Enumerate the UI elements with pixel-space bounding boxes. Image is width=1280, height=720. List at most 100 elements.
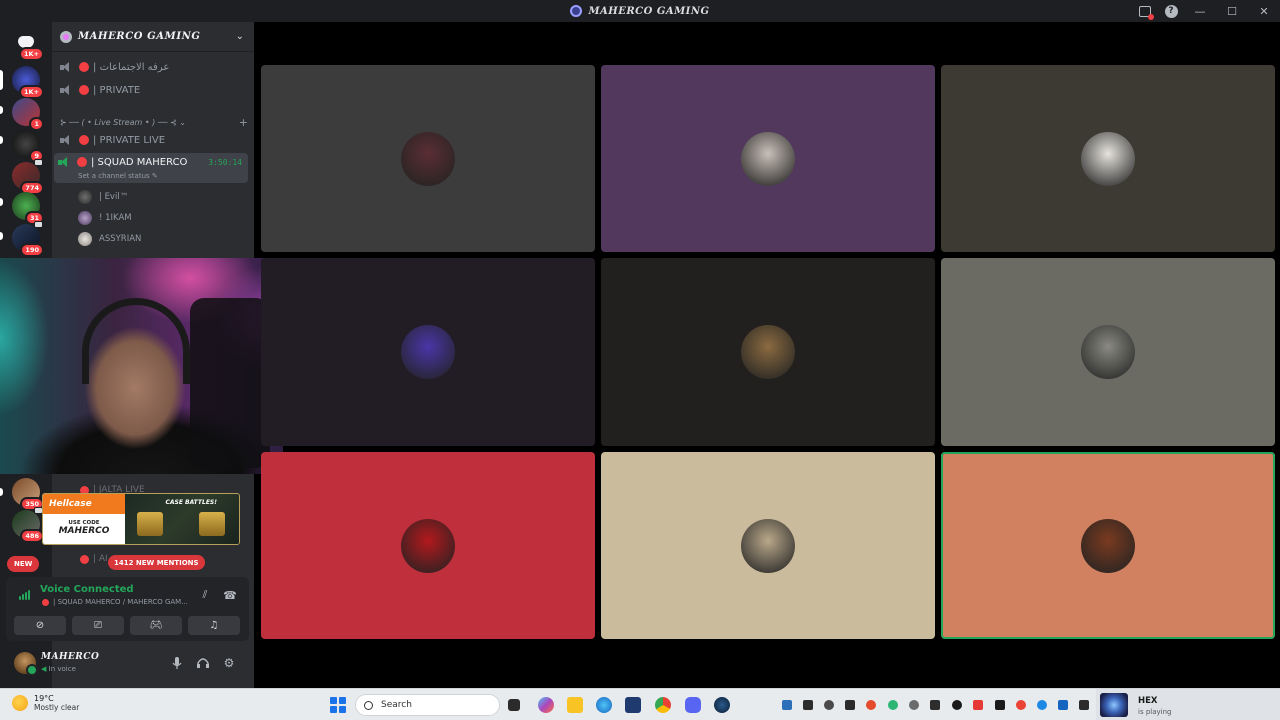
promo-headline: CASE BATTLES! [165,499,217,506]
store-icon[interactable] [625,697,641,713]
avatar [1081,131,1135,186]
server-icon[interactable]: 486 [12,507,44,543]
promo-code: MAHERCO [58,526,110,536]
tray-icon[interactable] [888,700,898,710]
server-header[interactable]: MAHERCO GAMING ⌄ [52,22,254,52]
server-name: MAHERCO GAMING [78,31,201,42]
minimize-button[interactable]: — [1184,0,1216,22]
voice-channel[interactable]: | PRIVATE LIVE [56,130,248,150]
discord-taskbar-icon[interactable] [685,697,701,713]
server-icon[interactable]: 1K+ [12,66,44,99]
soundboard-icon: ♫ [209,620,219,631]
participant-tile[interactable] [601,258,935,446]
camera-off-icon: ⊘ [35,620,45,631]
temperature: 19°C [34,694,54,703]
screen-share-button[interactable]: ⎚ [72,616,124,635]
windows-taskbar: 19°C Mostly clear Search HEX is playing [0,688,1280,720]
notification-badge: 1K+ [18,85,44,99]
participant-tile[interactable] [941,65,1275,252]
steam-icon[interactable] [714,697,730,713]
tray-icon[interactable] [909,700,919,710]
participant-tile-speaking[interactable] [941,452,1275,639]
search-placeholder: Search [381,700,412,710]
server-icon[interactable]: 190 [12,221,44,257]
voice-channel[interactable]: | PRIVATE [56,80,248,100]
file-explorer-icon[interactable] [567,697,583,713]
voice-member[interactable]: ! 1IKAM [78,210,132,226]
participant-tile[interactable] [601,65,935,252]
server-icon[interactable]: 9 [12,130,44,163]
inbox-icon[interactable] [1132,0,1158,22]
edge-icon[interactable] [596,697,612,713]
voice-status-icon: ◀︎ [41,665,47,673]
chevron-down-icon[interactable]: ⌄ [236,31,244,42]
tray-icon[interactable] [845,700,855,710]
participant-tile[interactable] [261,452,595,639]
channel-category[interactable]: ⊱ ── ( • Live Stream • ) ── ⊰ ⌄ + [60,116,248,129]
task-view-icon[interactable] [508,699,520,711]
dm-indicator-icon [34,159,43,166]
tray-icon[interactable] [866,700,876,710]
soundboard-button[interactable]: ♫ [188,616,240,635]
settings-gear-icon[interactable]: ⚙ [220,654,238,672]
help-icon[interactable]: ? [1158,0,1184,22]
weather-widget[interactable]: 19°C Mostly clear [12,694,79,712]
voice-status[interactable]: Voice Connected [40,584,134,595]
signal-icon[interactable] [18,589,32,601]
username[interactable]: MAHERCO [41,652,99,662]
member-name: | Evil™ [99,192,129,202]
taskbar-search[interactable]: Search [355,694,500,716]
maximize-button[interactable]: ☐ [1216,0,1248,22]
tray-icon[interactable] [1037,700,1047,710]
bluetooth-icon[interactable] [1058,700,1068,710]
tray-icon[interactable] [782,700,792,710]
server-icon[interactable]: 1 [12,98,44,131]
voice-channel[interactable]: | AI [80,552,108,566]
member-name: ASSYRIAN [99,234,142,244]
direct-messages-button[interactable]: 1K+ [12,28,44,61]
voice-channel[interactable]: | عرفه الاجتماعات [56,57,248,77]
voice-channel-path[interactable]: | SQUAD MAHERCO / MAHERCO GAM... [42,598,188,606]
participant-tile[interactable] [601,452,935,639]
server-icon[interactable]: 350 [12,478,44,511]
copilot-icon[interactable] [538,697,554,713]
unread-indicator [0,198,3,206]
voice-member[interactable]: ASSYRIAN [78,231,141,247]
windows-start-icon[interactable] [330,697,346,713]
new-pill[interactable]: NEW [7,556,40,572]
gamepad-icon: 🎮︎ [149,620,163,631]
participant-tile[interactable] [261,65,595,252]
tray-icon[interactable] [1079,700,1089,710]
channel-status-prompt[interactable]: Set a channel status ✎ [78,172,158,180]
camera-off-button[interactable]: ⊘ [14,616,66,635]
voice-member[interactable]: | Evil™ [78,189,128,205]
microphone-icon[interactable] [168,654,186,672]
participant-tile[interactable] [261,258,595,446]
noise-suppression-icon[interactable]: ⫽ [196,587,214,603]
chrome-icon[interactable] [655,697,671,713]
headphones-icon[interactable] [194,654,212,672]
now-playing-widget[interactable]: HEX is playing [1096,689,1280,720]
tray-icon[interactable] [995,700,1005,710]
add-channel-icon[interactable]: + [239,116,248,129]
activities-button[interactable]: 🎮︎ [130,616,182,635]
google-icon[interactable] [1016,700,1026,710]
nvidia-icon[interactable] [803,700,813,710]
server-icon[interactable]: 31 [12,192,44,225]
unread-indicator [0,106,3,114]
close-button[interactable]: ✕ [1248,0,1280,22]
tray-icon[interactable] [973,700,983,710]
disconnect-icon[interactable]: ☎ [221,587,239,603]
tray-icon[interactable] [824,700,834,710]
participant-tile[interactable] [941,258,1275,446]
tray-icon[interactable] [930,700,940,710]
server-icon[interactable]: 774 [12,159,44,195]
new-mentions-pill[interactable]: 1412 NEW MENTIONS [108,555,205,570]
chest-icon [199,512,225,536]
tray-icon[interactable] [952,700,962,710]
sun-icon [12,695,28,711]
avatar [401,518,455,573]
chest-icon [137,512,163,536]
avatar[interactable] [14,652,38,676]
status-dot [79,135,89,145]
